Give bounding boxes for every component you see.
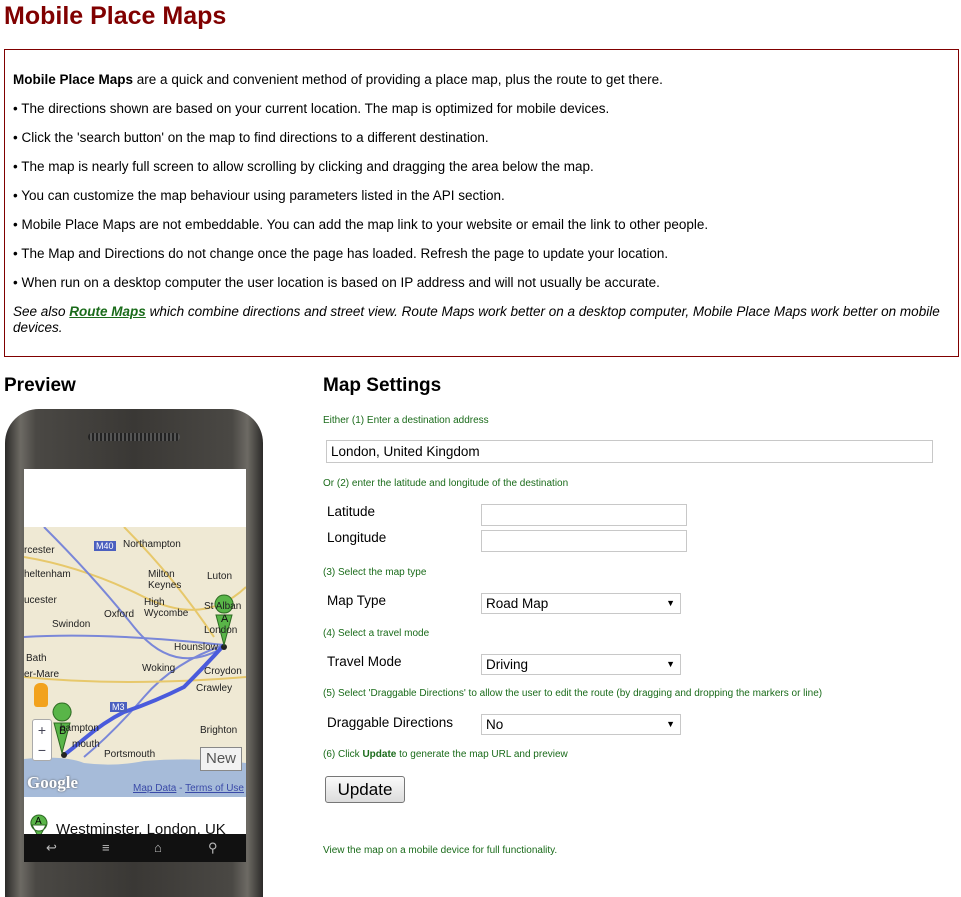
step-2-label: Or (2) enter the latitude and longitude … xyxy=(323,478,569,489)
map-label: M3 xyxy=(110,702,127,712)
zoom-control: + − xyxy=(32,719,52,761)
phone-softkeys: ↩ ≡ ⌂ ⚲ xyxy=(24,834,246,862)
home-icon[interactable]: ⌂ xyxy=(154,840,162,855)
step-6-suffix: to generate the map URL and preview xyxy=(396,749,568,760)
longitude-label: Longitude xyxy=(327,530,387,545)
phone-preview: Northampton M40 rcester heltenham Milton… xyxy=(5,409,263,897)
map-preview[interactable]: Northampton M40 rcester heltenham Milton… xyxy=(24,527,246,797)
travel-mode-value: Driving xyxy=(486,657,529,672)
chevron-down-icon: ▼ xyxy=(666,598,675,608)
directions-result-row[interactable]: A Westminster, London, UK xyxy=(24,809,246,834)
preview-heading: Preview xyxy=(4,375,76,396)
map-label: rcester xyxy=(24,545,55,556)
map-label: London xyxy=(204,625,238,636)
map-type-label: Map Type xyxy=(327,593,387,608)
intro-lead: Mobile Place Maps are a quick and conven… xyxy=(13,72,950,88)
intro-bullet: • Mobile Place Maps are not embeddable. … xyxy=(13,217,709,232)
intro-lead-text: are a quick and convenient method of pro… xyxy=(133,72,663,87)
map-type-value: Road Map xyxy=(486,596,549,611)
phone-screen: Northampton M40 rcester heltenham Milton… xyxy=(24,469,246,834)
update-button[interactable]: Update xyxy=(325,776,405,803)
map-data-link[interactable]: Map Data xyxy=(133,783,176,794)
intro-bullet: • You can customize the map behaviour us… xyxy=(13,188,505,203)
map-label: Northampton xyxy=(123,539,181,550)
step-4-label: (4) Select a travel mode xyxy=(323,628,430,639)
step-1-label: Either (1) Enter a destination address xyxy=(323,415,489,426)
route-maps-link[interactable]: Route Maps xyxy=(69,304,146,319)
intro-bullet: • The map is nearly full screen to allow… xyxy=(13,159,594,174)
step-6-bold: Update xyxy=(362,749,397,760)
chevron-down-icon: ▼ xyxy=(666,719,675,729)
step-3-label: (3) Select the map type xyxy=(323,567,427,578)
step-5-label: (5) Select 'Draggable Directions' to all… xyxy=(323,688,823,699)
menu-icon[interactable]: ≡ xyxy=(102,840,110,855)
map-label: heltenham xyxy=(24,569,71,580)
map-label: Milton Keynes xyxy=(148,569,182,591)
map-label: Croydon xyxy=(204,666,242,677)
map-label: Crawley xyxy=(196,683,233,694)
map-label: St Alban xyxy=(204,601,242,612)
map-attribution-sep: - xyxy=(176,783,186,794)
intro-bullet: • Click the 'search button' on the map t… xyxy=(13,130,489,145)
marker-b-label: B xyxy=(59,725,67,737)
phone-speaker xyxy=(88,433,180,441)
map-settings-heading: Map Settings xyxy=(323,375,442,396)
map-label: ucester xyxy=(24,595,57,606)
travel-mode-label: Travel Mode xyxy=(327,654,402,669)
new-search-button[interactable]: New xyxy=(200,747,242,771)
intro-lead-bold: Mobile Place Maps xyxy=(13,72,134,87)
see-also-suffix: which combine directions and street view… xyxy=(13,304,940,335)
map-label: High Wycombe xyxy=(144,597,189,619)
intro-bullet: • The directions shown are based on your… xyxy=(13,101,610,116)
draggable-directions-label: Draggable Directions xyxy=(327,715,454,730)
search-icon[interactable]: ⚲ xyxy=(208,840,218,856)
map-label: Hounslow xyxy=(174,642,218,653)
marker-a-label: A xyxy=(221,613,229,625)
intro-box: Mobile Place Maps are a quick and conven… xyxy=(4,49,959,357)
see-also-prefix: See also xyxy=(13,304,70,319)
footer-note: View the map on a mobile device for full… xyxy=(323,845,558,856)
map-label: Oxford xyxy=(104,609,135,620)
map-label: Portsmouth xyxy=(104,749,156,760)
map-label: Luton xyxy=(207,571,233,582)
intro-bullet: • The Map and Directions do not change o… xyxy=(13,246,669,261)
map-label: Swindon xyxy=(52,619,91,630)
zoom-in-button[interactable]: + xyxy=(33,720,51,740)
draggable-directions-select[interactable]: No ▼ xyxy=(481,714,681,735)
result-text: Westminster, London, UK xyxy=(56,821,226,834)
latitude-input[interactable] xyxy=(481,504,687,526)
destination-address-input[interactable] xyxy=(326,440,933,463)
result-marker-label: A xyxy=(35,816,42,827)
street-view-icon[interactable] xyxy=(34,683,48,707)
see-also-text: See also Route Maps which combine direct… xyxy=(13,304,950,336)
latitude-label: Latitude xyxy=(327,504,376,519)
step-6-label: (6) Click Update to generate the map URL… xyxy=(323,749,568,760)
terms-of-use-link[interactable]: Terms of Use xyxy=(185,783,244,794)
longitude-input[interactable] xyxy=(481,530,687,552)
step-6-prefix: (6) Click xyxy=(323,749,363,760)
page-title: Mobile Place Maps xyxy=(4,2,227,30)
map-label: er-Mare xyxy=(24,669,60,680)
map-label: Bath xyxy=(26,653,47,664)
zoom-out-button[interactable]: − xyxy=(33,740,51,760)
intro-bullet: • When run on a desktop computer the use… xyxy=(13,275,660,290)
chevron-down-icon: ▼ xyxy=(666,659,675,669)
map-label: Brighton xyxy=(200,725,238,736)
map-type-select[interactable]: Road Map ▼ xyxy=(481,593,681,614)
back-icon[interactable]: ↩ xyxy=(46,840,57,856)
draggable-directions-value: No xyxy=(486,717,504,732)
map-label: mouth xyxy=(72,739,100,750)
map-label: M40 xyxy=(94,541,116,551)
map-label: Woking xyxy=(142,663,176,674)
map-attribution: Map Data - Terms of Use xyxy=(133,783,244,794)
google-logo: Google xyxy=(27,773,78,792)
travel-mode-select[interactable]: Driving ▼ xyxy=(481,654,681,675)
